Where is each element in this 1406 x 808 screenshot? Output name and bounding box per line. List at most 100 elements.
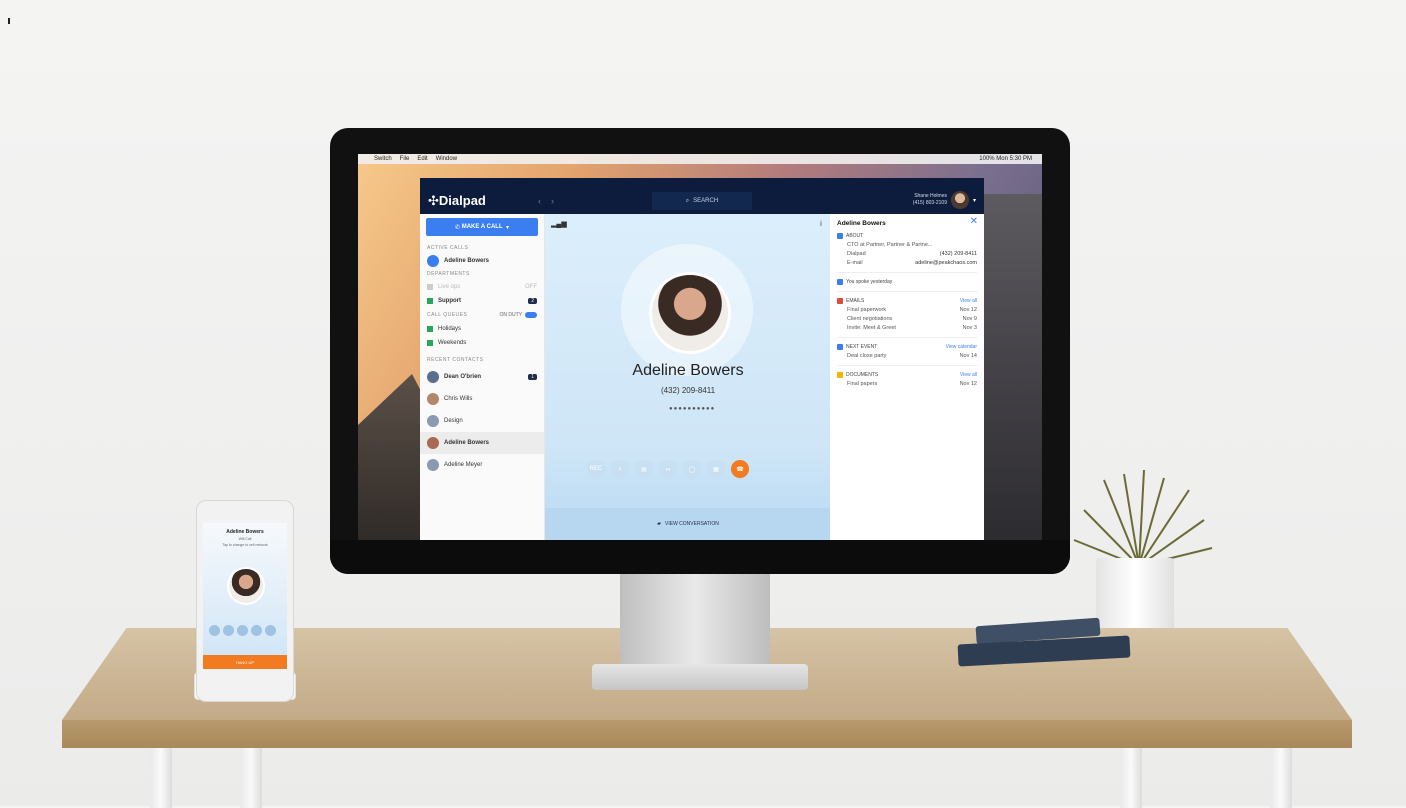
search-icon: ⌕ — [685, 197, 690, 204]
calendar-icon — [837, 344, 843, 350]
contact-item[interactable]: Adeline Bowers — [420, 432, 544, 454]
dialpad-logo[interactable]: ✣Dialpad — [420, 193, 538, 209]
keypad-icon[interactable]: ▦ — [707, 460, 725, 478]
view-all-emails-link[interactable]: View all — [960, 298, 977, 304]
department-live-ops[interactable]: Live ops OFF — [420, 280, 544, 294]
hang-up-icon[interactable]: ☎ — [731, 460, 749, 478]
avatar — [427, 437, 439, 449]
status-square — [427, 298, 433, 304]
avatar — [427, 459, 439, 471]
signal-icon: ▂▄▆ — [551, 221, 567, 228]
speaker-icon[interactable] — [251, 625, 262, 636]
contact-item[interactable]: Adeline Meyer — [420, 454, 544, 476]
chevron-down-icon[interactable]: ▾ — [503, 224, 509, 231]
monitor-chin — [330, 540, 1070, 574]
emails-section: EMAILS View all — [837, 298, 977, 304]
corner-mark — [8, 18, 10, 24]
search-label: SEARCH — [693, 198, 719, 204]
view-calendar-link[interactable]: View calendar — [946, 344, 977, 350]
transfer-icon[interactable]: ⚡ — [611, 460, 629, 478]
email-item[interactable]: Final paperwork Nov 12 — [847, 307, 977, 313]
os-menubar: Switch File Edit Window 100% Mon 5:30 PM — [358, 154, 1042, 164]
details-title: Adeline Bowers — [837, 220, 886, 227]
desk-leg — [1120, 748, 1142, 808]
document-item[interactable]: Final papers Nov 12 — [847, 381, 977, 387]
active-call-item[interactable]: Adeline Bowers — [420, 254, 544, 268]
status-square — [427, 326, 433, 332]
message-badge: 1 — [528, 374, 537, 380]
support-count-badge: 2 — [528, 298, 537, 304]
more-icon[interactable] — [265, 625, 276, 636]
menu-window[interactable]: Window — [436, 156, 457, 162]
chevron-down-icon[interactable]: ▾ — [973, 197, 976, 204]
keypad-icon[interactable] — [237, 625, 248, 636]
app-header: ✣Dialpad ‹› ⌕ SEARCH Shane Holmes (415) … — [420, 188, 984, 214]
status-square — [427, 284, 433, 290]
nav-arrows[interactable]: ‹› — [538, 196, 564, 206]
view-all-documents-link[interactable]: View all — [960, 372, 977, 378]
phone-call-hint[interactable]: Tap to change to cell network — [203, 543, 287, 547]
section-departments: DEPARTMENTS — [427, 271, 470, 277]
dialpad-window: ✣Dialpad ‹› ⌕ SEARCH Shane Holmes (415) … — [420, 178, 984, 540]
phone-call-controls — [209, 625, 276, 636]
last-spoke: You spoke yesterday — [837, 279, 977, 285]
phone-call-type: Wifi Call — [238, 537, 252, 541]
user-menu[interactable]: Shane Holmes (415) 803-2109 ▾ — [913, 191, 976, 209]
chat-icon: ▰ — [657, 521, 662, 527]
menu-file[interactable]: File — [400, 156, 410, 162]
record-button[interactable]: REC — [587, 460, 605, 478]
avatar — [427, 371, 439, 383]
chat-icon — [837, 279, 843, 285]
window-titlebar — [420, 178, 984, 188]
phone-hang-up-button[interactable]: HANG UP — [203, 655, 287, 669]
view-conversation-button[interactable]: ▰ VIEW CONVERSATION — [545, 508, 831, 540]
contact-item[interactable]: Design — [420, 410, 544, 432]
section-active-calls: ACTIVE CALLS — [427, 245, 469, 251]
gmail-icon — [837, 298, 843, 304]
make-call-button[interactable]: ✆ MAKE A CALL ▾ — [426, 218, 538, 236]
avatar[interactable] — [950, 191, 969, 209]
menubar-status: 100% Mon 5:30 PM — [979, 156, 1032, 162]
desk-leg — [1270, 748, 1292, 808]
menu-switch[interactable]: Switch — [374, 156, 392, 162]
notes-icon[interactable]: ▤ — [635, 460, 653, 478]
email-item[interactable]: Client negotiations Nov 9 — [847, 316, 977, 322]
queue-weekends[interactable]: Weekends — [420, 336, 544, 350]
close-icon[interactable]: ✕ — [970, 216, 978, 227]
phone-icon — [427, 255, 439, 267]
phone-screen: Adeline Bowers Wifi Call Tap to change t… — [203, 523, 287, 669]
menu-edit[interactable]: Edit — [417, 156, 427, 162]
on-duty-toggle[interactable]: ON DUTY — [500, 312, 537, 318]
add-person-icon[interactable]: ◯ — [683, 460, 701, 478]
avatar — [427, 415, 439, 427]
avatar — [427, 393, 439, 405]
drive-icon — [837, 372, 843, 378]
scene: Switch File Edit Window 100% Mon 5:30 PM… — [0, 0, 1406, 808]
monitor-stand — [620, 574, 770, 668]
desktop-screen: Switch File Edit Window 100% Mon 5:30 PM… — [358, 154, 1042, 540]
section-recent-contacts: RECENT CONTACTS — [427, 357, 484, 363]
dialpad-number-row: Dialpad (432) 209-8411 — [847, 251, 977, 257]
event-item[interactable]: Deal close party Nov 14 — [847, 353, 977, 359]
next-event-section: NEXT EVENT View calendar — [837, 344, 977, 350]
hold-icon[interactable] — [223, 625, 234, 636]
contact-item[interactable]: Dean O'brien 1 — [420, 366, 544, 388]
queue-holidays[interactable]: Holidays — [420, 322, 544, 336]
email-row: E-mail adeline@peakchaos.com — [847, 260, 977, 266]
desk-leg — [150, 748, 172, 808]
dialpad-logo-icon: ✣ — [428, 193, 439, 208]
search-bar[interactable]: ⌕ SEARCH — [652, 192, 752, 210]
monitor: Switch File Edit Window 100% Mon 5:30 PM… — [330, 128, 1070, 574]
monitor-foot — [592, 664, 808, 690]
email-item[interactable]: Invite: Meet & Greet Nov 3 — [847, 325, 977, 331]
info-icon[interactable]: ⅰ — [820, 220, 822, 228]
about-section: ABOUT — [837, 233, 977, 239]
user-number: (415) 803-2109 — [912, 200, 947, 206]
person-icon — [837, 233, 843, 239]
forward-icon[interactable]: ↦ — [659, 460, 677, 478]
caller-number: (432) 209-8411 — [660, 386, 716, 395]
contact-item[interactable]: Chris Wills — [420, 388, 544, 410]
job-title: CTO at Partner, Partner & Partne... — [847, 242, 933, 248]
mute-icon[interactable] — [209, 625, 220, 636]
department-support[interactable]: Support 2 — [420, 294, 544, 308]
